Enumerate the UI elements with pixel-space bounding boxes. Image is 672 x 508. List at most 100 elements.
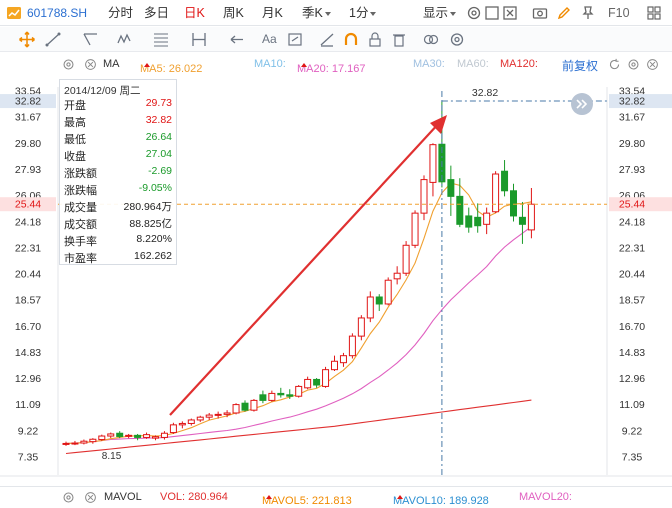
candle-body: [71, 442, 79, 445]
right-axis-tick: 16.70: [619, 321, 645, 333]
ma120-value: MA120:: [500, 58, 538, 70]
tab-monthly-k[interactable]: 月K: [262, 0, 283, 26]
info-row: 最低 26.64: [64, 131, 174, 148]
arrow-tool-icon[interactable]: [228, 31, 246, 48]
right-axis-tick: 25.44: [619, 199, 645, 211]
f10-button[interactable]: F10: [608, 0, 630, 26]
camera-icon[interactable]: [532, 5, 548, 21]
triangle-up-icon: [266, 495, 272, 499]
info-row: 涨跌额 -2.69: [64, 165, 174, 182]
gear-icon[interactable]: [448, 31, 466, 48]
range-icon[interactable]: [190, 31, 208, 48]
right-axis-tick: 9.22: [622, 425, 643, 437]
pin-icon[interactable]: [580, 5, 596, 21]
candle-body: [366, 296, 374, 319]
close-icon[interactable]: [646, 58, 659, 71]
expand-panel-button[interactable]: [571, 93, 593, 116]
gear-icon[interactable]: [627, 58, 640, 71]
mavol-indicator-name[interactable]: MAVOL: [104, 491, 142, 503]
candle-body: [501, 170, 509, 192]
display-dropdown[interactable]: 显示: [423, 0, 457, 26]
text-tool[interactable]: Aa: [262, 32, 277, 46]
candle-body: [143, 434, 151, 438]
info-row: 涨跌幅 -9.05%: [64, 182, 174, 199]
candle-body: [277, 392, 285, 396]
candle-body: [286, 394, 294, 397]
candle-body: [339, 355, 347, 364]
grid-icon[interactable]: [646, 5, 662, 21]
candle-body: [357, 317, 365, 337]
info-row: 开盘 29.73: [64, 97, 174, 114]
candle-body: [268, 392, 276, 401]
refresh-icon[interactable]: [608, 58, 621, 71]
candle-body: [152, 436, 159, 439]
info-key: 成交量: [64, 202, 97, 214]
candle-body: [160, 432, 168, 438]
tab-intraday[interactable]: 分时: [108, 0, 133, 26]
stock-symbol[interactable]: 601788.SH: [27, 0, 87, 26]
info-date: 2014/12/09 周二: [64, 85, 141, 97]
high-price-label: 32.82: [472, 87, 498, 99]
info-key: 最高: [64, 117, 86, 129]
info-key: 涨跌幅: [64, 185, 97, 197]
display-label: 显示: [423, 6, 449, 20]
info-key: 涨跌额: [64, 168, 97, 180]
pencil-icon[interactable]: [556, 5, 572, 21]
mavol5-label: MAVOL5: 221.813: [262, 495, 352, 507]
info-value: 88.825亿: [129, 218, 172, 230]
close-icon[interactable]: [84, 491, 97, 504]
chevron-down-icon: [370, 11, 377, 16]
ma-indicator-bar: MA MA5: 26.022 MA10: MA20: 17.167 MA30: …: [0, 53, 672, 75]
candle-body: [510, 190, 517, 217]
mavol10-label: MAVOL10: 189.928: [393, 495, 489, 507]
ma-indicator-name[interactable]: MA: [103, 58, 120, 70]
trash-icon[interactable]: [390, 31, 408, 48]
tab-weekly-k[interactable]: 周K: [223, 0, 244, 26]
fibonacci-icon[interactable]: [152, 31, 170, 48]
info-row: 成交量 280.964万: [64, 199, 174, 216]
chart-icon[interactable]: [6, 5, 22, 21]
ohlc-info-panel: 2014/12/09 周二 开盘 29.73 最高 32.82 最低 26.64 收盘 27.…: [59, 79, 177, 265]
candle-body: [241, 402, 249, 411]
tab-multiday[interactable]: 多日: [144, 0, 169, 26]
lock-icon[interactable]: [366, 31, 384, 48]
candle-body: [116, 432, 124, 437]
tab-quarterly-k-label: 季K: [302, 6, 323, 20]
candle-body: [107, 433, 115, 437]
tab-minute-label: 1分: [349, 6, 369, 20]
tab-daily-k[interactable]: 日K: [184, 0, 205, 26]
fullscreen-icon[interactable]: [484, 5, 500, 21]
info-value: 162.262: [134, 250, 172, 262]
eraser-icon[interactable]: [318, 31, 336, 48]
adjust-mode[interactable]: 前复权: [562, 57, 598, 74]
wave-tool-icon[interactable]: [116, 31, 134, 48]
candle-body: [393, 272, 401, 280]
candle-body: [259, 394, 267, 401]
toggle-icon[interactable]: [422, 31, 440, 48]
drawing-toolbar: Aa: [0, 27, 672, 52]
info-value: 32.82: [145, 114, 172, 126]
left-axis-tick: 7.35: [18, 452, 39, 464]
settings-icon[interactable]: [466, 5, 482, 21]
right-axis-tick: 31.67: [619, 112, 645, 124]
gear-icon[interactable]: [62, 58, 75, 71]
tab-minute[interactable]: 1分: [349, 0, 377, 26]
move-icon[interactable]: [18, 31, 36, 48]
ma20-label: MA20: 17.167: [297, 63, 366, 75]
info-value: -9.05%: [138, 182, 172, 194]
magnet-icon[interactable]: [342, 31, 360, 48]
right-axis-tick: 27.93: [619, 164, 645, 176]
info-value: -2.69: [148, 165, 172, 177]
edit-icon[interactable]: [286, 31, 304, 48]
candle-body: [420, 179, 428, 214]
candle-body: [402, 244, 410, 274]
line-tool-icon[interactable]: [44, 31, 62, 48]
triangle-up-icon: [301, 63, 307, 67]
ray-tool-icon[interactable]: [82, 31, 100, 48]
tab-quarterly-k[interactable]: 季K: [302, 0, 331, 26]
candle-body: [178, 422, 186, 426]
candle-body: [483, 212, 491, 225]
close-icon[interactable]: [84, 58, 97, 71]
gear-icon[interactable]: [62, 491, 75, 504]
close-icon[interactable]: [502, 5, 518, 21]
